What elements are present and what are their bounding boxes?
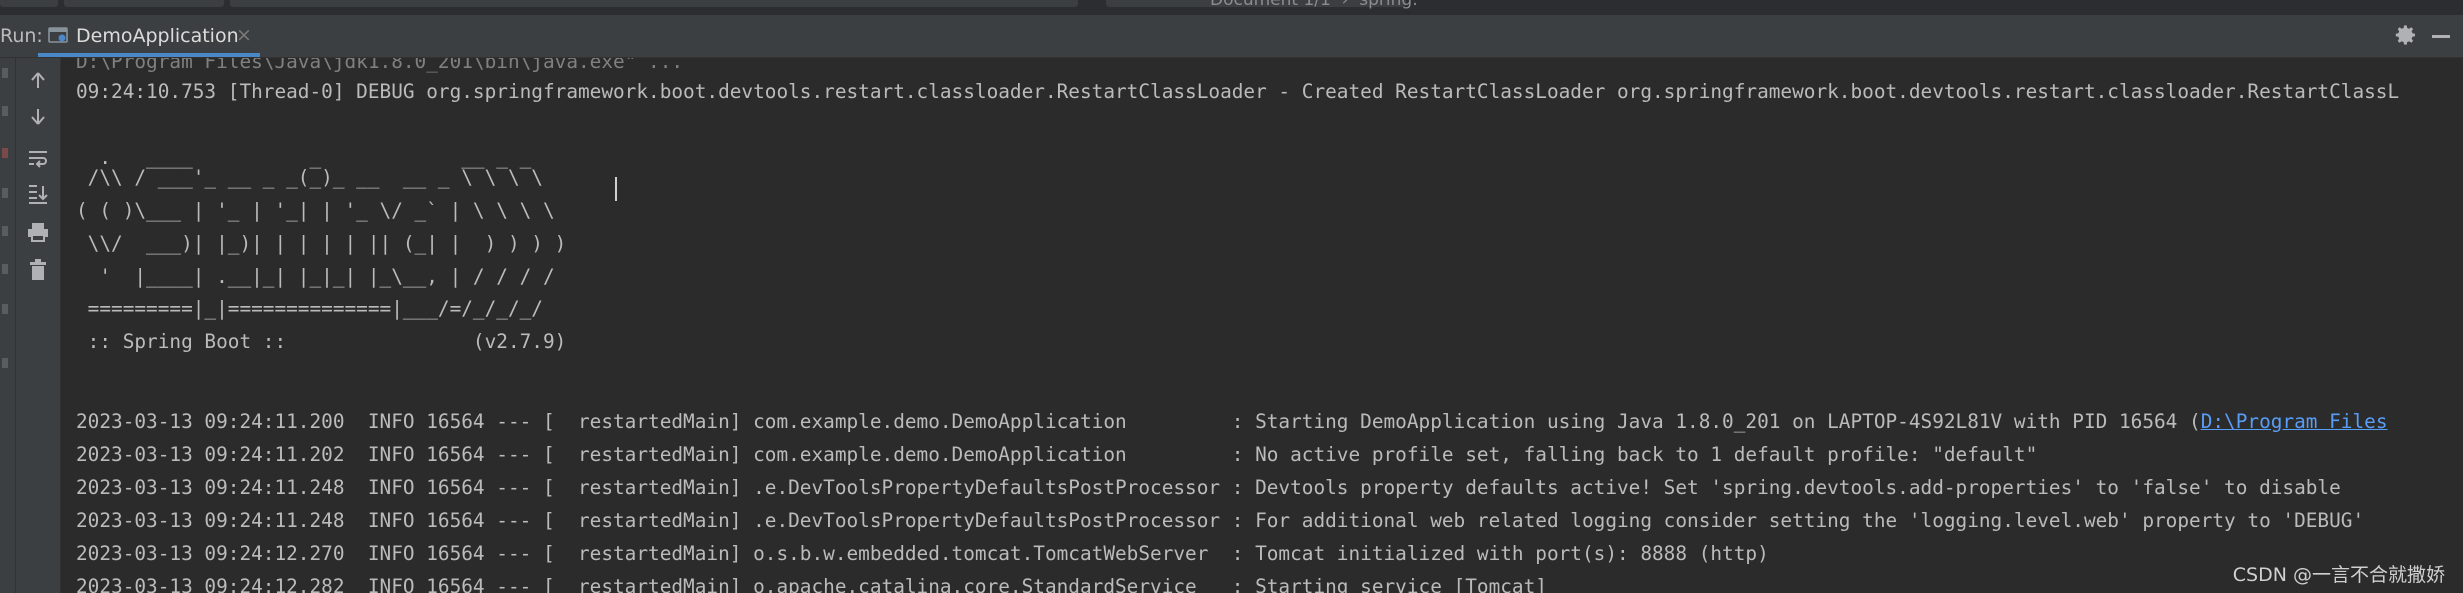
application-config-icon — [48, 27, 68, 43]
run-label: Run: — [0, 25, 43, 47]
close-icon[interactable]: × — [236, 24, 252, 46]
spring-boot-version-line: :: Spring Boot :: (v2.7.9) — [76, 330, 567, 353]
top-tab-stub[interactable] — [64, 0, 224, 7]
console-output[interactable]: D:\Program Files\Java\jdk1.8.0_201\bin\j… — [61, 58, 2463, 593]
log-line: 2023-03-13 09:24:11.248 INFO 16564 --- [… — [76, 476, 2341, 499]
top-tab-stub[interactable] — [0, 0, 58, 7]
scroll-to-end-icon[interactable] — [24, 180, 52, 208]
gutter-marker — [2, 264, 8, 274]
trash-icon[interactable] — [24, 256, 52, 284]
banner-line: =========|_|==============|___/=/_/_/_/ — [76, 297, 543, 320]
text-caret — [615, 177, 617, 201]
gear-icon[interactable] — [2393, 23, 2419, 49]
banner-line: ( ( )\___ | '_ | '_| | '_ \/ _` | \ \ \ … — [76, 199, 555, 222]
log-line: 2023-03-13 09:24:12.270 INFO 16564 --- [… — [76, 542, 1769, 565]
top-tab-stub[interactable] — [230, 0, 1078, 7]
log-text: 2023-03-13 09:24:11.200 INFO 16564 --- [… — [76, 410, 2201, 433]
debug-log-line: 09:24:10.753 [Thread-0] DEBUG org.spring… — [76, 80, 2400, 103]
print-icon[interactable] — [24, 218, 52, 246]
banner-line: \\/ ___)| |_)| | | | | || (_| | ) ) ) ) — [76, 232, 567, 255]
minimize-icon[interactable] — [2432, 35, 2450, 38]
gutter-marker — [2, 106, 8, 116]
gutter-marker — [2, 188, 8, 198]
document-title: Document 1/1 › spring: — [1210, 0, 1418, 10]
tab-label: DemoApplication — [76, 25, 239, 47]
file-path-link[interactable]: D:\Program Files — [2201, 410, 2388, 433]
log-line: 2023-03-13 09:24:11.248 INFO 16564 --- [… — [76, 509, 2365, 532]
gutter-marker — [2, 148, 8, 158]
log-line: 2023-03-13 09:24:12.282 INFO 16564 --- [… — [76, 575, 1547, 593]
ide-top-strip: Document 1/1 › spring: — [0, 0, 2463, 15]
down-arrow-icon[interactable] — [24, 103, 52, 131]
console-toolbar — [16, 58, 61, 593]
banner-line: ' |____| .__|_| |_|_| |_\__, | / / / / — [76, 265, 555, 288]
banner-line: /\\ / ___'_ __ _ _(_)_ __ __ _ \ \ \ \ — [76, 166, 543, 189]
gutter-marker — [2, 358, 8, 368]
up-arrow-icon[interactable] — [24, 66, 52, 94]
left-gutter — [0, 58, 16, 593]
log-line: 2023-03-13 09:24:11.202 INFO 16564 --- [… — [76, 443, 2038, 466]
gutter-marker — [2, 68, 8, 78]
tab-demo-application[interactable]: DemoApplication × — [38, 15, 260, 57]
log-line: 2023-03-13 09:24:11.200 INFO 16564 --- [… — [76, 405, 2388, 438]
gutter-marker — [2, 304, 8, 314]
run-toolwindow-header: Run: DemoApplication × — [0, 15, 2463, 58]
watermark: CSDN @一言不合就撒娇 — [2232, 564, 2445, 586]
gutter-marker — [2, 226, 8, 236]
soft-wrap-icon[interactable] — [24, 144, 52, 172]
